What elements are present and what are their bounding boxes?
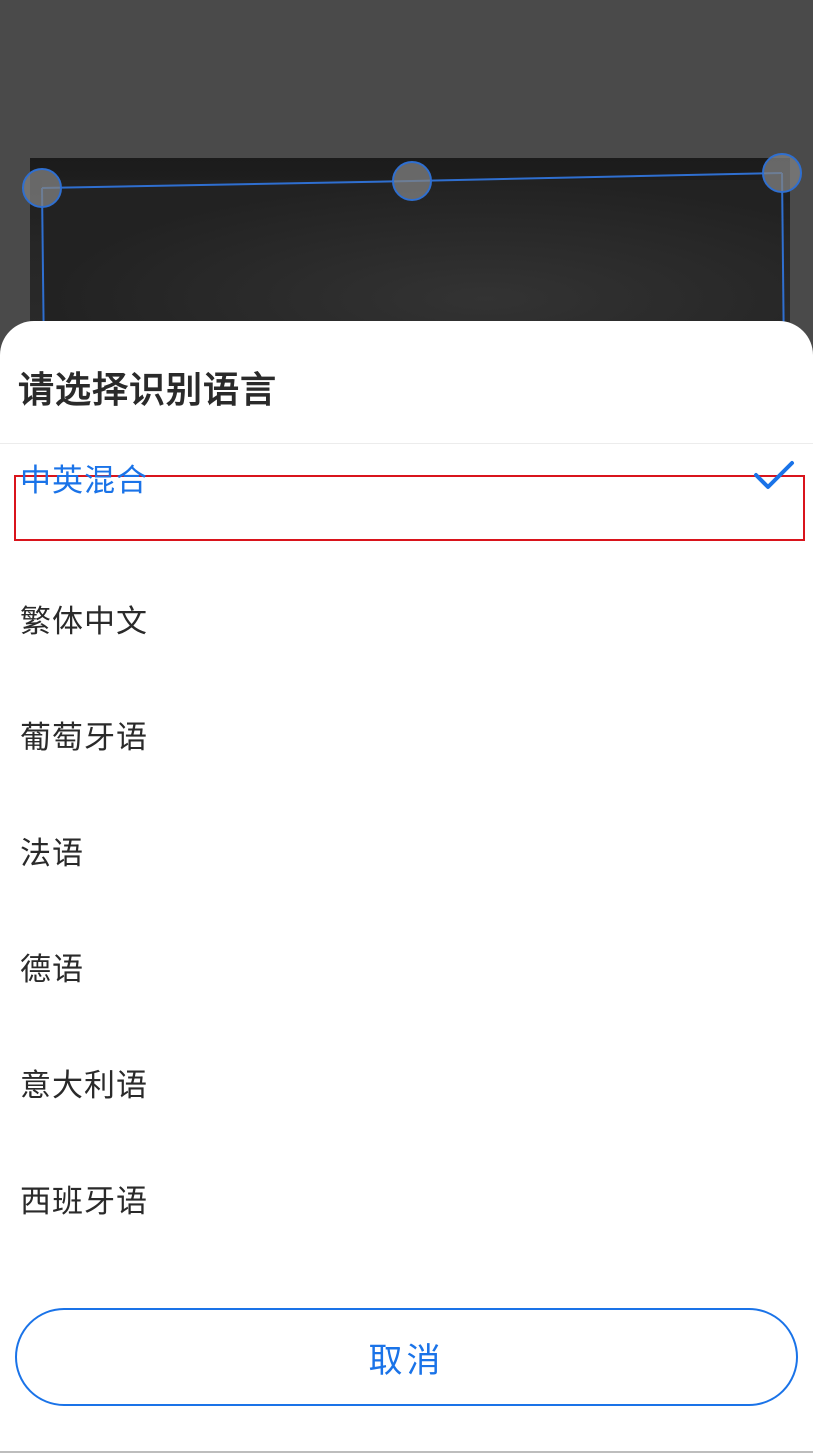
language-label: 意大利语 (20, 1067, 148, 1104)
language-picker-sheet: 请选择识别语言 中英混合 繁体中文 葡萄牙语 法语 德语 意大利语 西班牙语 取 (0, 321, 813, 1453)
language-list: 中英混合 繁体中文 葡萄牙语 法语 德语 意大利语 西班牙语 (0, 444, 813, 1256)
language-option-italian[interactable]: 意大利语 (0, 1024, 813, 1140)
language-label: 繁体中文 (20, 603, 148, 640)
language-option-portuguese[interactable]: 葡萄牙语 (0, 676, 813, 792)
language-label: 西班牙语 (20, 1183, 148, 1220)
language-option-mixed[interactable]: 中英混合 (0, 444, 813, 560)
language-label: 德语 (20, 951, 84, 988)
language-label: 法语 (20, 835, 84, 872)
sheet-title: 请选择识别语言 (18, 370, 278, 411)
camera-preview (0, 0, 813, 378)
language-option-spanish[interactable]: 西班牙语 (0, 1140, 813, 1256)
crop-handle-top-right[interactable] (762, 153, 802, 193)
language-label: 葡萄牙语 (20, 719, 148, 756)
cancel-button-label: 取消 (368, 1340, 445, 1381)
checkmark-icon (754, 461, 794, 489)
language-option-french[interactable]: 法语 (0, 792, 813, 908)
cancel-button[interactable]: 取消 (15, 1308, 798, 1406)
crop-handle-top-left[interactable] (22, 168, 62, 208)
crop-handle-top-center[interactable] (392, 161, 432, 201)
language-option-traditional-chinese[interactable]: 繁体中文 (0, 560, 813, 676)
language-option-german[interactable]: 德语 (0, 908, 813, 1024)
language-label: 中英混合 (20, 462, 148, 499)
